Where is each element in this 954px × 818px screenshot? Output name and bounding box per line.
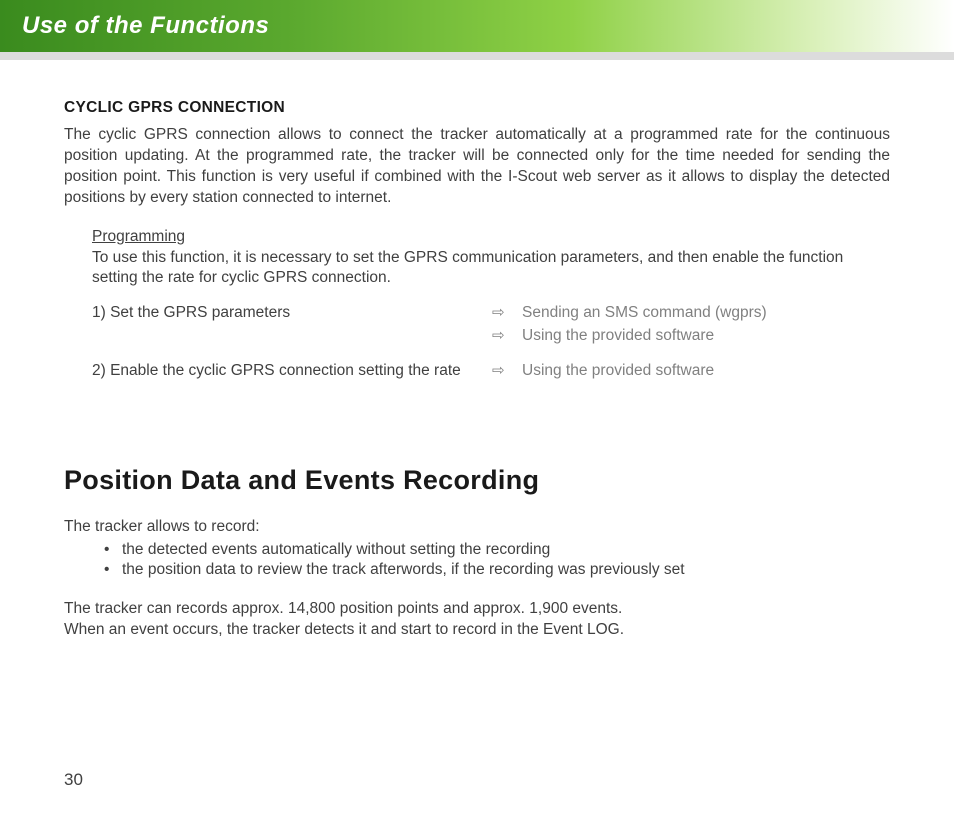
body-paragraph: The tracker can records approx. 14,800 p…	[64, 599, 890, 620]
programming-block: Programming To use this function, it is …	[64, 227, 890, 290]
step-row: 1) Set the GPRS parameters ⇨ Sending an …	[92, 303, 890, 324]
step-action: Using the provided software	[522, 326, 890, 347]
list-item: • the detected events automatically with…	[104, 540, 890, 561]
list-intro: The tracker allows to record:	[64, 517, 890, 538]
body-paragraph: When an event occurs, the tracker detect…	[64, 620, 890, 641]
subsection-heading: CYCLIC GPRS CONNECTION	[64, 98, 890, 119]
arrow-icon: ⇨	[492, 326, 522, 346]
step-label: 2) Enable the cyclic GPRS connection set…	[92, 361, 492, 382]
programming-label: Programming	[92, 228, 185, 245]
intro-paragraph: The cyclic GPRS connection allows to con…	[64, 125, 890, 209]
header-band: Use of the Functions	[0, 0, 954, 52]
steps-block: 1) Set the GPRS parameters ⇨ Sending an …	[64, 303, 890, 382]
bullet-icon: •	[104, 560, 122, 581]
arrow-icon: ⇨	[492, 303, 522, 323]
page-content: CYCLIC GPRS CONNECTION The cyclic GPRS c…	[0, 60, 954, 641]
page-number: 30	[64, 770, 83, 790]
section-title: Position Data and Events Recording	[64, 462, 890, 498]
programming-text: To use this function, it is necessary to…	[92, 249, 843, 287]
step-action: Using the provided software	[522, 361, 890, 382]
list-item: • the position data to review the track …	[104, 560, 890, 581]
step-action: Sending an SMS command (wgprs)	[522, 303, 890, 324]
header-divider	[0, 52, 954, 60]
header-title: Use of the Functions	[22, 12, 269, 40]
bullet-icon: •	[104, 540, 122, 561]
bullet-text: the position data to review the track af…	[122, 560, 685, 581]
step-row: 2) Enable the cyclic GPRS connection set…	[92, 361, 890, 382]
step-label: 1) Set the GPRS parameters	[92, 303, 492, 324]
bullet-text: the detected events automatically withou…	[122, 540, 550, 561]
bullet-list: • the detected events automatically with…	[64, 540, 890, 582]
arrow-icon: ⇨	[492, 361, 522, 381]
step-row: ⇨ Using the provided software	[92, 326, 890, 347]
